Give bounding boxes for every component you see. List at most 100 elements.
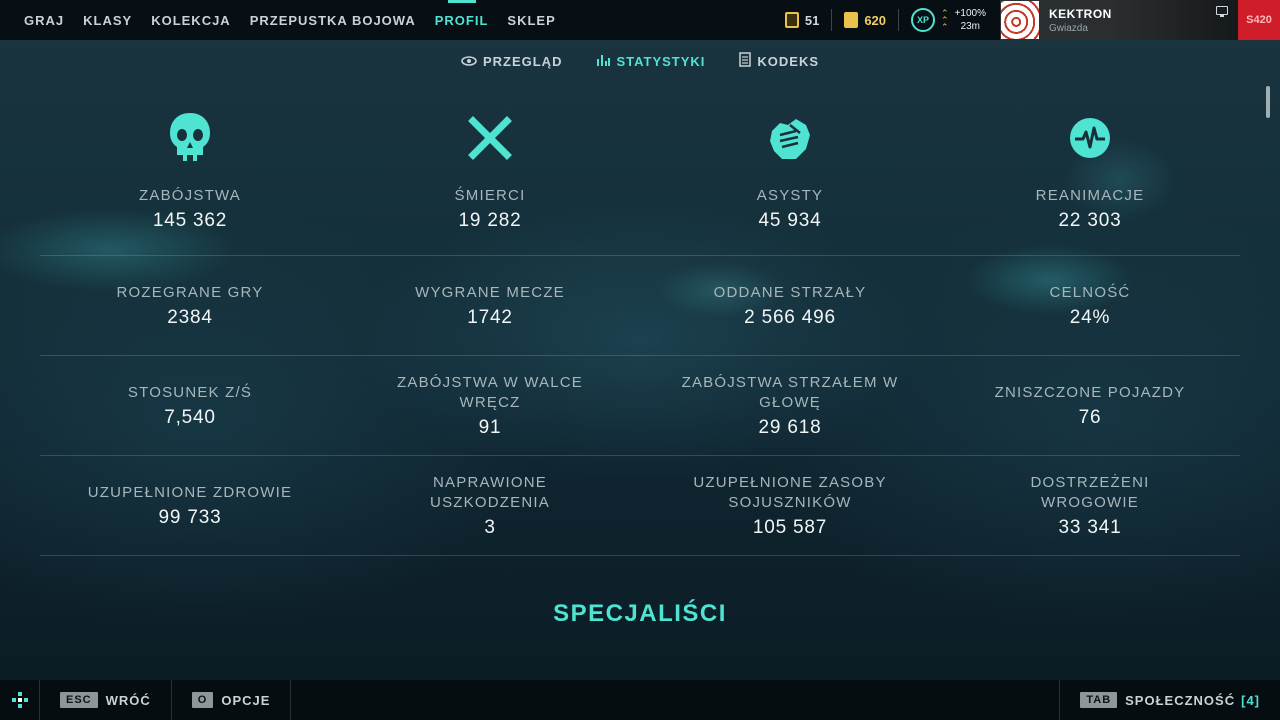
- tab-kodeks[interactable]: KODEKS: [739, 50, 819, 72]
- options-label: OPCJE: [221, 692, 271, 708]
- tab-statystyki[interactable]: STATYSTYKI: [596, 50, 705, 72]
- profile-card[interactable]: KEKTRON Gwiazda S420: [1000, 0, 1280, 40]
- stat-kills: ZABÓJSTWA 145 362: [40, 96, 340, 255]
- tab-przeglad[interactable]: PRZEGLĄD: [461, 50, 563, 72]
- back-button[interactable]: ESC WRÓĆ: [40, 680, 172, 720]
- stat-label: STOSUNEK Z/Ś: [127, 383, 253, 401]
- eye-icon: [461, 54, 477, 69]
- stat-accuracy: CELNOŚĆ 24%: [940, 256, 1240, 355]
- stats-row: ROZEGRANE GRY 2384 WYGRANE MECZE 1742 OD…: [40, 256, 1240, 356]
- stat-matches-won: WYGRANE MECZE 1742: [340, 256, 640, 355]
- stats-row: UZUPEŁNIONE ZDROWIE 99 733 NAPRAWIONE US…: [40, 456, 1240, 556]
- scrollbar[interactable]: [1266, 86, 1270, 118]
- stat-value: 105 587: [752, 516, 828, 538]
- stat-value: 76: [1078, 406, 1102, 428]
- cross-icon: [464, 112, 516, 164]
- nav-item-sklep[interactable]: SKLEP: [507, 0, 555, 40]
- stat-vehicles-destroyed: ZNISZCZONE POJAZDY 76: [940, 356, 1240, 455]
- coin-icon: [784, 12, 799, 28]
- stat-label: CELNOŚĆ: [1049, 283, 1131, 301]
- season-badge: S420: [1238, 0, 1280, 40]
- stat-label: ODDANE STRZAŁY: [713, 283, 867, 301]
- stat-value: 19 282: [458, 210, 522, 231]
- skull-icon: [164, 112, 216, 164]
- stat-value: 145 362: [152, 210, 228, 231]
- stat-value: 24%: [1069, 306, 1111, 328]
- divider: [831, 9, 833, 31]
- stat-value: 22 303: [1058, 210, 1122, 231]
- stat-label: ROZEGRANE GRY: [116, 283, 264, 301]
- stats-row: STOSUNEK Z/Ś 7,540 ZABÓJSTWA W WALCE WRĘ…: [40, 356, 1240, 456]
- stat-value: 33 341: [1058, 516, 1122, 538]
- stat-enemies-spotted: DOSTRZEŻENI WROGOWIE 33 341: [940, 456, 1240, 555]
- stat-label: WYGRANE MECZE: [415, 283, 565, 301]
- stat-deaths: ŚMIERCI 19 282: [340, 96, 640, 255]
- player-info: KEKTRON Gwiazda: [1049, 7, 1112, 34]
- boost-percent: +100%: [954, 8, 986, 19]
- heartbeat-icon: [1064, 112, 1116, 164]
- divider: [898, 9, 900, 31]
- document-icon: [739, 52, 752, 70]
- nav-item-przepustka[interactable]: PRZEPUSTKA BOJOWA: [250, 0, 416, 40]
- section-title: SPECJALIŚCI: [553, 600, 727, 627]
- stat-health-restored: UZUPEŁNIONE ZDROWIE 99 733: [40, 456, 340, 555]
- key-hint: O: [191, 692, 214, 708]
- coins-value: 51: [804, 12, 820, 28]
- stat-value: 7,540: [164, 406, 216, 428]
- social-button[interactable]: TAB SPOŁECZNOŚĆ [4]: [1059, 680, 1280, 720]
- credits-icon: [844, 12, 859, 28]
- handshake-icon: [764, 112, 816, 164]
- xp-boost: +100% 23m: [955, 7, 986, 33]
- stat-headshot-kills: ZABÓJSTWA STRZAŁEM W GŁOWĘ 29 618: [640, 356, 940, 455]
- coins-counter: 51: [784, 12, 820, 28]
- stat-value: 1742: [467, 306, 513, 328]
- stat-value: 3: [484, 516, 496, 538]
- nav-item-graj[interactable]: GRAJ: [24, 0, 64, 40]
- xp-icon: XP: [911, 8, 936, 32]
- credits-value: 620: [864, 12, 887, 28]
- boost-time: 23m: [960, 21, 981, 32]
- stat-value: 2384: [167, 306, 213, 328]
- stat-label: UZUPEŁNIONE ZASOBY SOJUSZNIKÓW: [693, 473, 887, 511]
- stat-label: NAPRAWIONE USZKODZENIA: [430, 473, 550, 511]
- menu-logo-icon[interactable]: [0, 680, 40, 720]
- stats-row: ZABÓJSTWA 145 362 ŚMIERCI 19 282 ASYSTY …: [40, 96, 1240, 256]
- bottom-bar: ESC WRÓĆ O OPCJE TAB SPOŁECZNOŚĆ [4]: [0, 680, 1280, 720]
- rank-chevron-icon: ⌃ ⌃ ⌃: [941, 7, 949, 32]
- social-label: SPOŁECZNOŚĆ: [1125, 692, 1236, 708]
- stat-value: 99 733: [158, 506, 222, 528]
- tab-label: KODEKS: [757, 53, 820, 69]
- stat-kd-ratio: STOSUNEK Z/Ś 7,540: [40, 356, 340, 455]
- nav-item-profil[interactable]: PROFIL: [435, 0, 489, 40]
- profile-subtabs: PRZEGLĄD STATYSTYKI KODEKS: [0, 50, 1280, 72]
- stat-repairs: NAPRAWIONE USZKODZENIA 3: [340, 456, 640, 555]
- avatar: [1001, 1, 1039, 39]
- bar-chart-icon: [596, 54, 611, 69]
- stat-label: ZABÓJSTWA: [139, 187, 241, 204]
- player-name: KEKTRON: [1049, 6, 1112, 21]
- monitor-icon: [1216, 6, 1228, 17]
- tab-label: PRZEGLĄD: [482, 53, 563, 69]
- stat-value: 45 934: [758, 210, 822, 231]
- options-button[interactable]: O OPCJE: [172, 680, 292, 720]
- stats-grid: ZABÓJSTWA 145 362 ŚMIERCI 19 282 ASYSTY …: [40, 96, 1240, 556]
- top-bar: GRAJ KLASY KOLEKCJA PRZEPUSTKA BOJOWA PR…: [0, 0, 1280, 40]
- nav-item-kolekcja[interactable]: KOLEKCJA: [151, 0, 231, 40]
- header-status: 51 620 XP ⌃ ⌃ ⌃ +100% 23m KEKTRON Gwiazda …: [784, 0, 1280, 40]
- key-hint: TAB: [1080, 692, 1118, 708]
- stat-label: DOSTRZEŻENI WROGOWIE: [1030, 473, 1150, 511]
- stat-label: REANIMACJE: [1035, 187, 1145, 204]
- nav-item-klasy[interactable]: KLASY: [83, 0, 132, 40]
- stat-value: 2 566 496: [744, 306, 836, 328]
- stat-label: ZABÓJSTWA W WALCE WRĘCZ: [397, 373, 583, 411]
- stat-revives: REANIMACJE 22 303: [940, 96, 1240, 255]
- key-hint: ESC: [60, 692, 98, 708]
- tab-label: STATYSTYKI: [616, 53, 706, 69]
- stat-label: ZABÓJSTWA STRZAŁEM W GŁOWĘ: [681, 373, 899, 411]
- stat-value: 91: [478, 416, 502, 438]
- player-rank: Gwiazda: [1049, 22, 1088, 34]
- social-count: [4]: [1241, 692, 1260, 708]
- stat-value: 29 618: [758, 416, 822, 438]
- stat-melee-kills: ZABÓJSTWA W WALCE WRĘCZ 91: [340, 356, 640, 455]
- stat-assists: ASYSTY 45 934: [640, 96, 940, 255]
